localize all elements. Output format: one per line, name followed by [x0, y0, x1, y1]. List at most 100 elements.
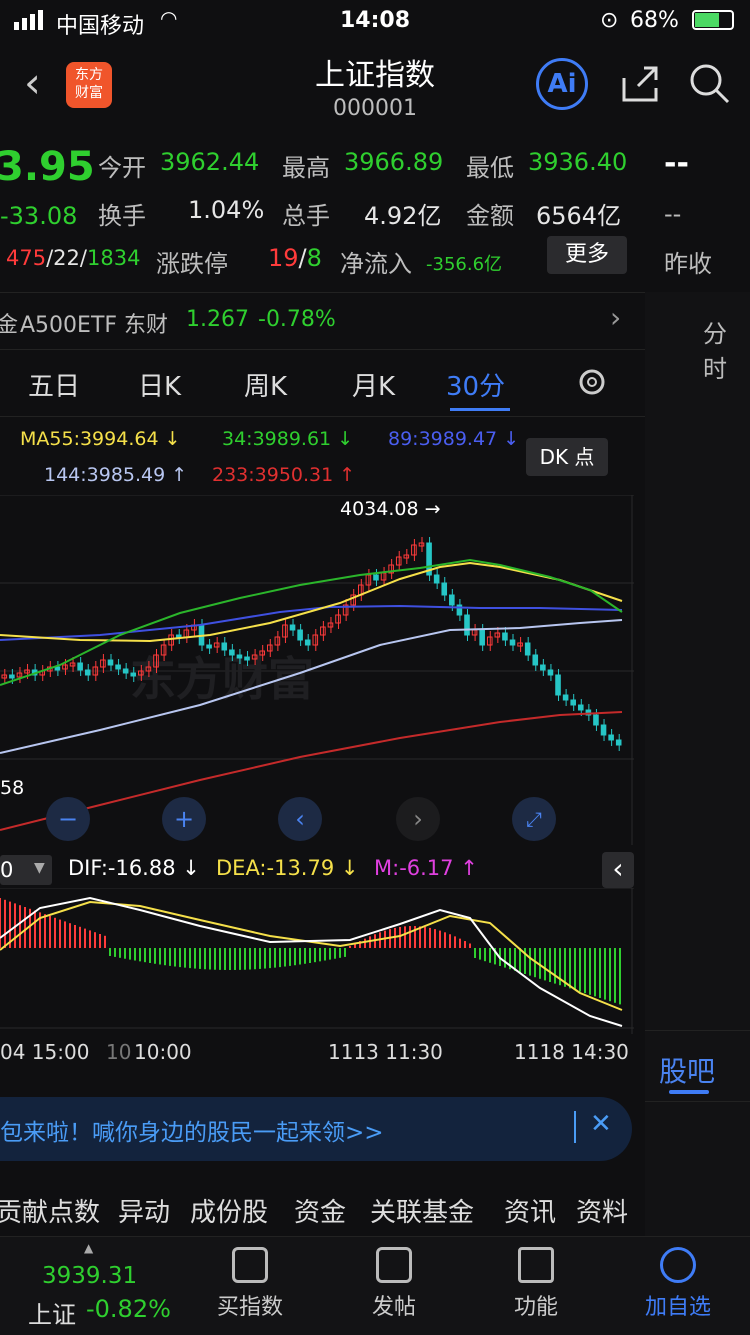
header: ‹ 东方 财富 上证指数 000001 Ai — [0, 44, 750, 128]
candle — [555, 674, 561, 696]
nav-buy-index[interactable]: 买指数 — [190, 1247, 310, 1321]
candle — [1, 674, 8, 679]
indicator-select[interactable]: 0 ▼ — [0, 855, 52, 885]
share-icon[interactable] — [620, 64, 660, 108]
candle — [600, 724, 607, 736]
candle — [562, 694, 569, 701]
right-panel: 分时 股吧 — [645, 292, 750, 1236]
nav-post[interactable]: 发帖 — [334, 1247, 454, 1321]
nav-functions[interactable]: 功能 — [476, 1247, 596, 1321]
collapse-panel-button[interactable]: ‹ — [602, 852, 634, 888]
axis-label-c: 1113 11:30 — [328, 1040, 443, 1064]
candle — [494, 632, 501, 638]
promo-text: 包来啦！喊你身边的股民一起来领>> — [0, 1120, 384, 1146]
nav-index-price: 3939.31 — [42, 1263, 138, 1289]
low-price-label: 58 — [0, 777, 25, 799]
gear-icon[interactable] — [576, 366, 608, 402]
macd-header: 0 ▼ DIF:-16.88 ↓ DEA:-13.79 ↓ M:-6.17 ↑ … — [0, 850, 645, 890]
dif-label: DIF:-16.88 ↓ — [68, 856, 200, 880]
dk-point-button[interactable]: DK 点 — [526, 438, 608, 476]
tab-funds[interactable]: 资金 — [294, 1192, 346, 1229]
candle — [608, 734, 614, 741]
etf-bar[interactable]: 金 A500ETF 东财 1.267 -0.78% › — [0, 292, 645, 350]
candle — [577, 704, 584, 711]
ma233-label: 233:3950.31 ↑ — [212, 464, 356, 486]
m-label: M:-6.17 ↑ — [374, 856, 478, 880]
index-mini-quote[interactable]: ▲ 3939.31 上证 -0.82% — [0, 1237, 180, 1335]
fullscreen-button[interactable]: ⤢ — [512, 797, 556, 841]
ma144-label: 144:3985.49 ↑ — [44, 464, 188, 486]
candlestick-chart[interactable]: 东方财富 — [0, 495, 634, 845]
candle — [266, 644, 273, 652]
tab-profile[interactable]: 资料 — [576, 1192, 628, 1229]
limit-label: 涨跌停 — [156, 250, 228, 278]
tab-news[interactable]: 资讯 — [504, 1192, 556, 1229]
candle — [77, 662, 83, 671]
promo-banner[interactable]: 包来啦！喊你身边的股民一起来领>> ✕ — [0, 1097, 632, 1161]
amount-label: 金额 — [466, 202, 514, 230]
etf-name: A500ETF 东财 — [20, 313, 169, 338]
more-button[interactable]: 更多 — [547, 236, 627, 274]
tab-week-k[interactable]: 周K — [244, 366, 287, 403]
macd-chart — [0, 888, 634, 1034]
ma89-label: 89:3989.47 ↓ — [388, 428, 520, 450]
candle — [593, 714, 599, 726]
grid-icon — [518, 1247, 554, 1283]
chart-icon — [232, 1247, 268, 1283]
tab-day-k[interactable]: 日K — [138, 366, 181, 403]
candle — [441, 582, 448, 596]
close-icon[interactable]: ✕ — [590, 1109, 612, 1139]
candle — [312, 634, 319, 646]
tab-month-k[interactable]: 月K — [352, 366, 395, 403]
candle — [236, 654, 243, 659]
status-bar: 中国移动 ◠ 14:08 ⊙ 68% — [0, 0, 750, 40]
candle — [433, 574, 440, 584]
open-label: 今开 — [98, 154, 146, 182]
axis-label-a: 04 15:00 — [0, 1040, 90, 1064]
candle — [524, 642, 531, 656]
amount-value: 6564亿 — [536, 202, 622, 230]
axis-label-b: 10:00 — [134, 1040, 192, 1064]
candle — [9, 674, 15, 679]
candle — [289, 624, 296, 631]
scroll-right-button[interactable]: › — [396, 797, 440, 841]
nav-add-watchlist[interactable]: 加自选 — [618, 1247, 738, 1321]
candle — [304, 639, 311, 646]
candle — [479, 629, 485, 646]
tab-unusual[interactable]: 异动 — [118, 1192, 170, 1229]
scroll-left-button[interactable]: ‹ — [278, 797, 322, 841]
tab-contribution[interactable]: 贡献点数 — [0, 1192, 100, 1229]
tab-guba[interactable]: 股吧 — [659, 1050, 715, 1090]
candle — [122, 668, 129, 674]
candle — [570, 699, 576, 706]
tab-30min[interactable]: 30分 — [446, 366, 505, 403]
high-label: 最高 — [282, 154, 330, 182]
clock: 14:08 — [340, 8, 411, 33]
edit-icon — [376, 1247, 412, 1283]
carrier: 中国移动 — [56, 14, 145, 39]
tab-related-funds[interactable]: 关联基金 — [370, 1192, 474, 1229]
zoom-in-button[interactable]: + — [162, 797, 206, 841]
signal-icon — [14, 10, 48, 30]
add-circle-icon — [660, 1247, 696, 1283]
candle — [411, 544, 417, 556]
chevron-right-icon: › — [610, 301, 622, 334]
zoom-out-button[interactable]: − — [46, 797, 90, 841]
candle — [540, 664, 546, 671]
tab-5day[interactable]: 五日 — [28, 366, 80, 403]
candle — [615, 739, 622, 746]
tab-constituents[interactable]: 成份股 — [190, 1192, 268, 1229]
ai-button[interactable]: Ai — [536, 58, 588, 110]
candle — [395, 556, 402, 566]
period-tabs: 五日 日K 周K 月K 30分 — [0, 350, 645, 417]
candle — [244, 656, 250, 661]
candle — [449, 594, 455, 606]
ma55-label: MA55:3994.64 ↓ — [20, 428, 181, 450]
axis-label-d: 1118 14:30 — [514, 1040, 629, 1064]
search-icon[interactable] — [688, 62, 732, 110]
tab-intraday[interactable]: 分时 — [703, 314, 750, 384]
candle — [84, 669, 91, 676]
wifi-icon: ◠ — [160, 6, 178, 30]
etf-change: -0.78% — [258, 307, 336, 332]
volume-label: 总手 — [282, 202, 330, 230]
